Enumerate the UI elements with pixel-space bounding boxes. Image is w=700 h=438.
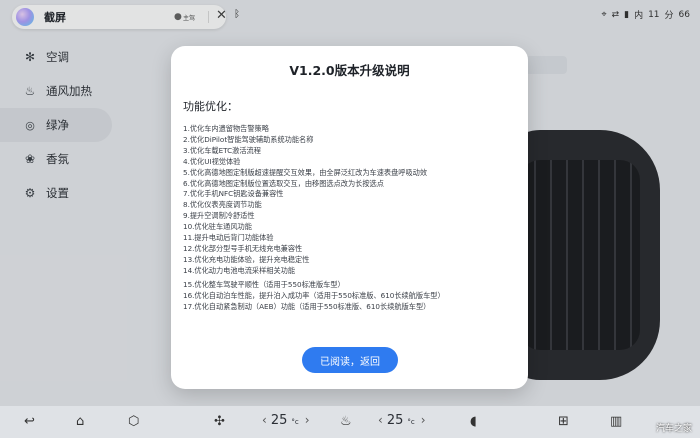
chevron-right-icon[interactable]: › (305, 413, 310, 427)
release-note: 12.优化部分型号手机无线充电兼容性 (183, 243, 303, 253)
release-note: 1.优化车内遗留物告警策略 (183, 124, 269, 133)
right-temperature-value: 25 (386, 413, 404, 428)
seat-heating-icon[interactable]: ♨ (340, 414, 352, 429)
release-note: 15.优化整车驾驶平顺性（适用于550标准版车型） (183, 279, 345, 289)
release-notes-list: 1.优化车内遗留物告警策略 2.优化DiPilot智能驾驶辅助系统功能名称 3.… (183, 124, 523, 312)
dialog-subtitle: 功能优化： (183, 100, 238, 113)
home-icon[interactable]: ⌂ (76, 414, 84, 429)
release-note: 4.优化UI视觉体验 (183, 156, 241, 166)
release-note: 5.优化高德地图定制版超速提醒交互效果，由全屏泛红改为车速表盘呼吸动效 (183, 167, 428, 177)
release-note: 3.优化车载ETC激活流程 (183, 145, 261, 155)
release-note: 2.优化DiPilot智能驾驶辅助系统功能名称 (183, 134, 314, 144)
upgrade-notes-dialog: V1.2.0版本升级说明 功能优化： 1.优化车内遗留物告警策略 2.优化DiP… (171, 46, 528, 389)
chevron-right-icon[interactable]: › (421, 413, 426, 427)
release-note: 7.优化手机NFC钥匙设备兼容性 (183, 189, 284, 199)
dialog-title: V1.2.0版本升级说明 (289, 63, 410, 78)
chevron-left-icon[interactable]: ‹ (262, 413, 267, 427)
bottom-dock: ↩ ⌂ ⬡ ✣ ‹ 25 °c › ♨ ‹ 25 °c › ◖ ⊞ ▥ 汽车之家 (0, 406, 700, 438)
right-temperature-control[interactable]: ‹ 25 °c › (378, 413, 426, 428)
left-temperature-value: 25 (270, 413, 288, 428)
fan-icon[interactable]: ✣ (214, 414, 225, 429)
back-icon[interactable]: ↩ (24, 414, 35, 429)
release-note: 11.提升电动后背门功能体验 (183, 233, 274, 243)
chevron-left-icon[interactable]: ‹ (378, 413, 383, 427)
release-note: 17.优化自动紧急制动（AEB）功能（适用于550标准版、610长续航版车型） (183, 301, 431, 311)
release-note: 16.优化自动泊车性能，提升泊入成功率（适用于550标准版、610长续航版车型） (183, 290, 445, 300)
split-screen-icon[interactable]: ▥ (610, 414, 622, 429)
watermark: 汽车之家 (655, 424, 692, 434)
release-note: 6.优化高德地图定制版位置选取交互，由移图选点改为长按选点 (183, 178, 384, 188)
release-note: 13.优化充电功能体验，提升充电稳定性 (183, 254, 310, 264)
apps-grid-icon[interactable]: ⊞ (558, 414, 569, 429)
release-note: 8.优化仪表亮度调节功能 (183, 200, 262, 210)
release-note: 14.优化动力电池电流采样相关功能 (183, 265, 296, 275)
confirm-return-button[interactable]: 已阅读，返回 (302, 347, 398, 373)
release-note: 10.优化驻车通风功能 (183, 222, 252, 232)
hexagon-icon[interactable]: ⬡ (128, 414, 139, 429)
temperature-unit: °c (407, 418, 415, 426)
volume-icon[interactable]: ◖ (470, 414, 477, 429)
left-temperature-control[interactable]: ‹ 25 °c › (262, 413, 310, 428)
temperature-unit: °c (291, 418, 299, 426)
release-note: 9.提升空调制冷舒适性 (183, 211, 255, 221)
